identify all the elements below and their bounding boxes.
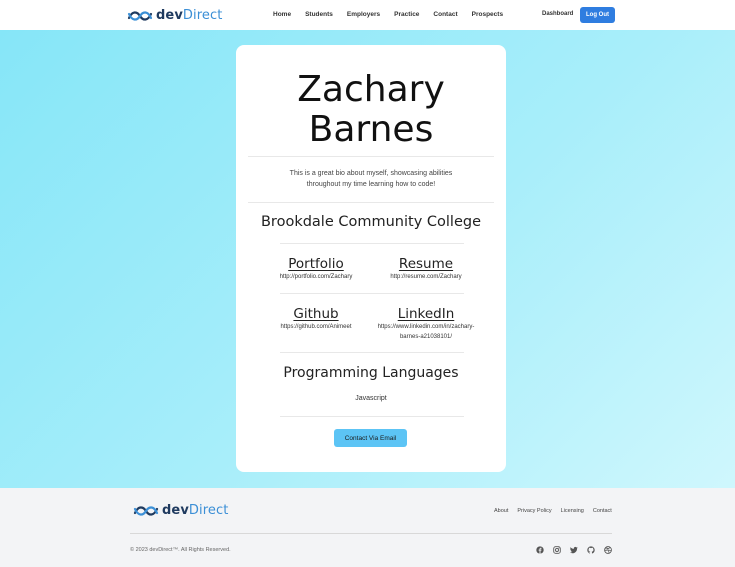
footer-links: About Privacy Policy Licensing Contact [494,508,612,514]
github-icon[interactable] [587,546,595,554]
logo-mark-icon [127,10,153,21]
divider [280,243,464,244]
profile-school: Brookdale Community College [260,214,481,230]
profile-last-name: Barnes [308,109,434,150]
nav-employers[interactable]: Employers [347,11,380,18]
linkedin-url-line2: barnes-a21038101/ [399,334,453,340]
footer-link-privacy-policy[interactable]: Privacy Policy [517,508,551,514]
logout-button[interactable]: Log Out [580,7,615,23]
languages-heading: Programming Languages [283,365,459,381]
top-nav-bar: devDirect Home Students Employers Practi… [0,0,735,30]
profile-name: Zachary Barnes [236,70,506,150]
copyright-text: © 2023 devDirect™. All Rights Reserved. [130,547,231,553]
linkedin-link[interactable]: LinkedIn [376,306,476,322]
linkedin-url: https://www.linkedin.com/in/zachary- bar… [371,322,481,342]
main-nav: Home Students Employers Practice Contact… [273,11,503,18]
footer-link-contact[interactable]: Contact [593,508,612,514]
profile-bio: This is a great bio about myself, showca… [289,170,453,188]
facebook-icon[interactable] [536,546,544,554]
dribbble-icon[interactable] [604,546,612,554]
nav-practice[interactable]: Practice [394,11,419,18]
resume-link[interactable]: Resume [376,256,476,272]
languages-list: Javascript [355,395,387,402]
github-link[interactable]: Github [266,306,366,322]
nav-contact[interactable]: Contact [433,11,457,18]
linkedin-url-line1: https://www.linkedin.com/in/zachary- [377,324,475,330]
divider [248,202,494,203]
social-links [536,546,612,554]
brand-logo[interactable]: devDirect [127,8,222,23]
portfolio-link[interactable]: Portfolio [266,256,366,272]
nav-students[interactable]: Students [305,11,333,18]
logo-mark-icon [133,505,159,516]
profile-first-name: Zachary [297,69,445,110]
twitter-icon[interactable] [570,546,578,554]
brand-wordmark: devDirect [156,8,223,23]
footer-brand-logo[interactable]: devDirect [133,503,228,518]
resume-url: http://resume.com/Zachary [390,274,462,280]
divider [280,352,464,353]
divider [280,416,464,417]
site-footer: devDirect About Privacy Policy Licensing… [0,488,735,567]
footer-divider [130,533,612,534]
dashboard-link[interactable]: Dashboard [542,11,573,17]
profile-card: Zachary Barnes This is a great bio about… [236,45,506,472]
footer-link-about[interactable]: About [494,508,508,514]
contact-via-email-button[interactable]: Contact Via Email [334,429,407,447]
instagram-icon[interactable] [553,546,561,554]
footer-brand-wordmark: devDirect [162,503,229,518]
footer-link-licensing[interactable]: Licensing [561,508,584,514]
divider [248,156,494,157]
nav-prospects[interactable]: Prospects [472,11,503,18]
divider [280,293,464,294]
portfolio-url: http://portfolio.com/Zachary [279,274,353,280]
github-url: https://github.com/Animeet [280,324,352,330]
nav-home[interactable]: Home [273,11,291,18]
